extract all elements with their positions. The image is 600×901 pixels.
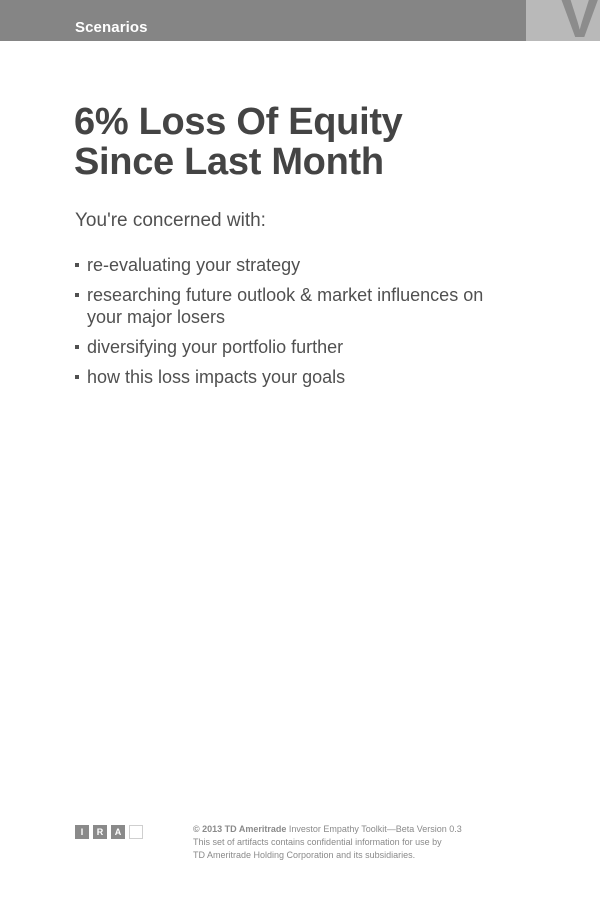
concern-text: researching future outlook & market infl… bbox=[87, 285, 484, 327]
footer-line-1: © 2013 TD Ameritrade Investor Empathy To… bbox=[193, 823, 462, 836]
footer-legal: © 2013 TD Ameritrade Investor Empathy To… bbox=[193, 823, 462, 862]
concern-item: researching future outlook & market infl… bbox=[75, 284, 515, 328]
concern-item: how this loss impacts your goals bbox=[75, 366, 515, 388]
concerns-list: re-evaluating your strategy researching … bbox=[75, 254, 515, 396]
concern-text: diversifying your portfolio further bbox=[87, 337, 344, 357]
logo-letter-i: I bbox=[75, 825, 89, 839]
logo-empty-box bbox=[129, 825, 143, 839]
footer-line-3: TD Ameritrade Holding Corporation and it… bbox=[193, 850, 416, 860]
copyright-text: © 2013 TD Ameritrade bbox=[193, 824, 287, 834]
bullet-icon bbox=[75, 293, 79, 297]
footer-line-2: This set of artifacts contains confident… bbox=[193, 837, 442, 847]
concern-item: diversifying your portfolio further bbox=[75, 336, 515, 358]
concern-text: how this loss impacts your goals bbox=[87, 367, 346, 387]
bullet-icon bbox=[75, 263, 79, 267]
section-tab: V bbox=[526, 0, 600, 41]
ira-logo: I R A bbox=[75, 825, 143, 839]
concern-text: re-evaluating your strategy bbox=[87, 255, 301, 275]
product-text: Investor Empathy Toolkit—Beta Version 0.… bbox=[286, 824, 462, 834]
concern-item: re-evaluating your strategy bbox=[75, 254, 515, 276]
logo-letter-r: R bbox=[93, 825, 107, 839]
page-title-line-2: Since Last Month bbox=[74, 141, 384, 183]
section-title: Scenarios bbox=[75, 19, 148, 36]
bullet-icon bbox=[75, 345, 79, 349]
logo-letter-a: A bbox=[111, 825, 125, 839]
bullet-icon bbox=[75, 375, 79, 379]
section-tab-letter: V bbox=[559, 0, 600, 41]
page-title: 6% Loss Of Equity Since Last Month bbox=[74, 102, 534, 182]
page-title-line-1: 6% Loss Of Equity bbox=[74, 101, 403, 143]
intro-text: You're concerned with: bbox=[75, 210, 266, 231]
